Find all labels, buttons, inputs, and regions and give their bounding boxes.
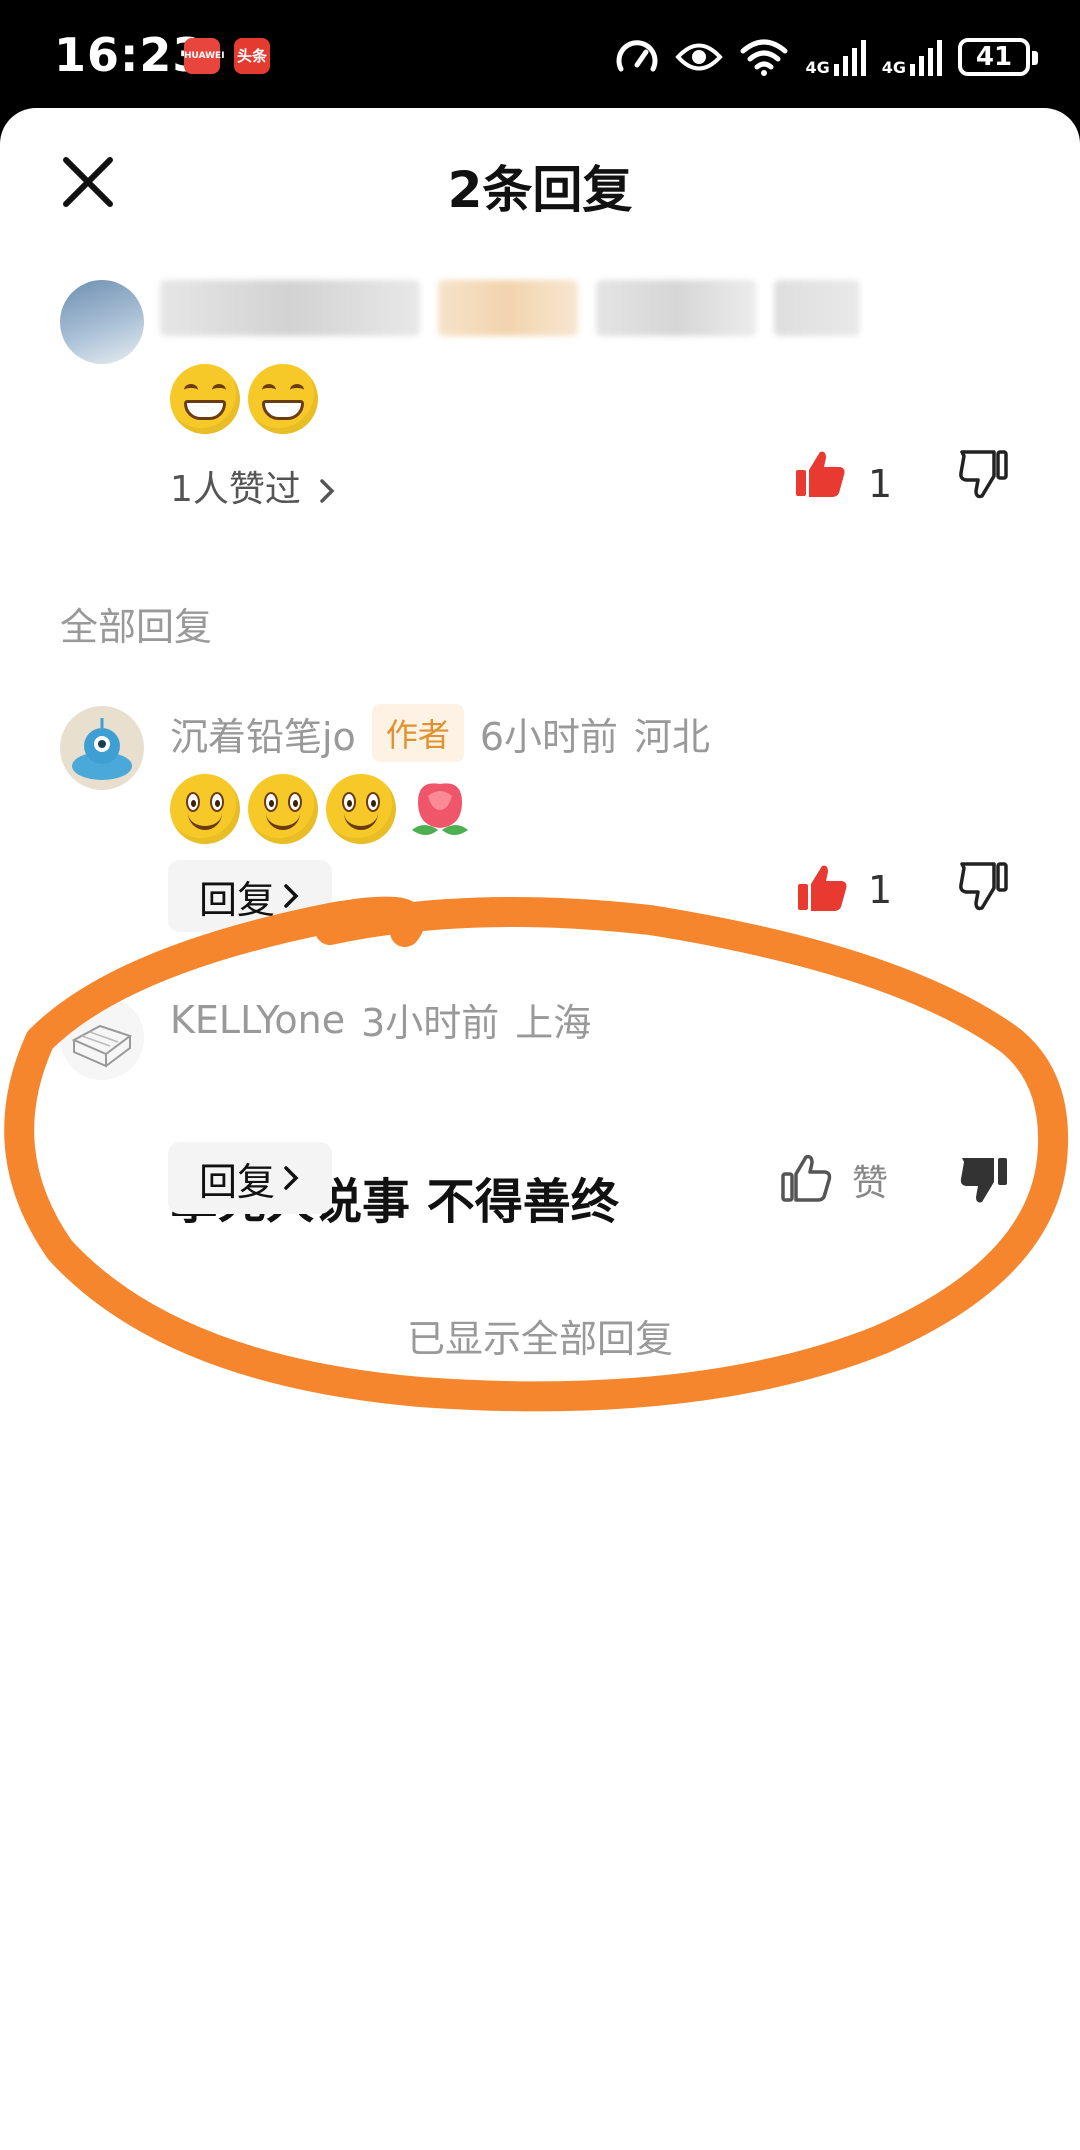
- chevron-right-icon: [320, 479, 335, 503]
- speed-icon: [617, 40, 658, 72]
- status-bar: 16:23 HUAWEI 头条 4G 4G 41: [0, 0, 1080, 110]
- location: 河北: [634, 714, 711, 759]
- sketch-avatar-icon: [71, 1024, 133, 1068]
- chevron-right-icon: [284, 1166, 299, 1190]
- reply-meta: KELLYone 3小时前 上海: [170, 992, 591, 1047]
- thumbs-down-filled-icon[interactable]: [958, 1154, 1010, 1208]
- signal-bars-icon: [833, 40, 866, 76]
- author-tag: 作者: [371, 704, 464, 762]
- smile-emoji-icon: [170, 774, 240, 844]
- parent-like-count: 1: [868, 462, 893, 506]
- avatar[interactable]: [60, 706, 144, 790]
- username[interactable]: KELLYone: [170, 998, 345, 1042]
- eye-icon: [675, 43, 724, 71]
- thumbs-up-filled-icon[interactable]: [796, 862, 848, 914]
- wifi-icon: [740, 39, 788, 76]
- signal-2: 4G: [882, 38, 942, 76]
- reply-button[interactable]: 回复: [168, 860, 332, 932]
- likes-link-label: 1人赞过: [170, 469, 301, 510]
- timestamp: 6小时前: [479, 714, 619, 759]
- avatar[interactable]: [60, 280, 144, 364]
- signal-bars-icon: [910, 40, 942, 76]
- reply-button-label: 回复: [198, 1159, 275, 1204]
- network-type-2: 4G: [881, 58, 906, 77]
- smile-emoji-icon: [248, 774, 318, 844]
- reply-like-count: 1: [868, 868, 893, 912]
- section-label: 全部回复: [60, 605, 213, 649]
- rose-emoji-icon: [412, 783, 468, 835]
- avatar[interactable]: [60, 996, 144, 1080]
- battery-indicator: 41: [958, 38, 1038, 76]
- thumbs-down-icon[interactable]: [958, 860, 1010, 914]
- network-type-1: 4G: [805, 58, 830, 77]
- timestamp: 3小时前: [361, 1001, 500, 1045]
- replies-sheet: 2条回复 1人赞过 1 全部回复 沉着铅笔jo 作者 6小时前 河北 回复 1 …: [0, 108, 1080, 2150]
- smile-emoji-icon: [326, 774, 396, 844]
- signal-1: 4G: [805, 38, 866, 77]
- grin-emoji-icon: [248, 364, 318, 434]
- reply-emoji-row: [170, 774, 476, 846]
- status-time: 16:23: [54, 28, 206, 82]
- parent-emoji-row: [170, 364, 318, 434]
- location: 上海: [515, 1001, 592, 1045]
- thumbs-up-outline-icon[interactable]: [780, 1152, 832, 1204]
- thumbs-up-filled-icon[interactable]: [794, 448, 846, 500]
- status-icons: 4G 4G 41: [615, 32, 1038, 82]
- like-label[interactable]: 赞: [852, 1154, 888, 1206]
- huawei-app-icon: HUAWEI: [184, 38, 225, 74]
- grin-emoji-icon: [170, 364, 240, 434]
- blurred-username: [160, 280, 860, 336]
- reply-button[interactable]: 回复: [168, 1142, 332, 1214]
- all-replies-shown: 已显示全部回复: [406, 1317, 673, 1361]
- reply-button-label: 回复: [198, 877, 275, 922]
- alien-avatar-icon: [72, 718, 132, 780]
- thumbs-down-icon[interactable]: [958, 448, 1010, 502]
- likes-link[interactable]: 1人赞过: [170, 460, 338, 512]
- username[interactable]: 沉着铅笔jo: [170, 706, 356, 761]
- toutiao-app-icon: 头条: [234, 38, 270, 74]
- sheet-title: 2条回复: [447, 161, 633, 219]
- reply-meta: 沉着铅笔jo 作者 6小时前 河北: [170, 704, 710, 762]
- chevron-right-icon: [284, 884, 299, 908]
